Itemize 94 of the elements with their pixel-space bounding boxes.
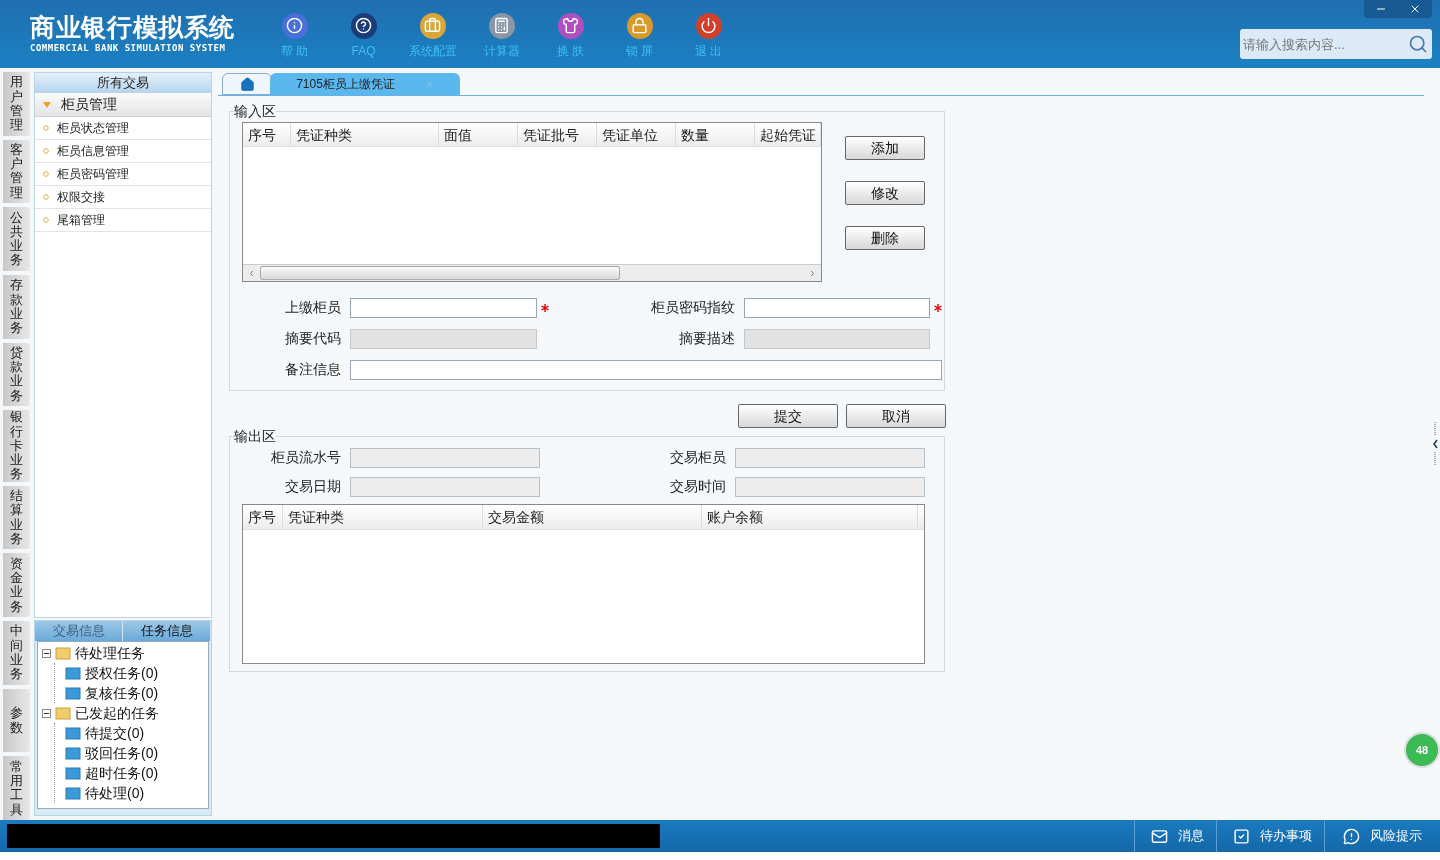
- bullet-icon: [43, 171, 49, 177]
- column-header[interactable]: 凭证种类: [283, 505, 483, 529]
- table-action-button[interactable]: 修改: [845, 181, 925, 205]
- field-label: 备注信息: [284, 360, 341, 379]
- field-label: 摘要代码: [284, 329, 341, 348]
- bullet-icon: [43, 125, 49, 131]
- status-button[interactable]: 待办事项: [1216, 820, 1324, 852]
- vertical-tab[interactable]: 存款业务: [3, 274, 30, 339]
- field-label: 交易时间: [669, 477, 726, 496]
- column-header[interactable]: 序号: [243, 505, 283, 529]
- scroll-right-icon[interactable]: [808, 268, 817, 278]
- vertical-tab[interactable]: 参数: [3, 688, 30, 753]
- calc-icon: [488, 12, 515, 39]
- caret-icon: [43, 101, 51, 108]
- column-header[interactable]: 序号: [243, 123, 291, 146]
- field-label: 交易柜员: [669, 448, 726, 467]
- menu-group[interactable]: 柜员管理: [35, 93, 211, 117]
- vertical-tab[interactable]: 贷款业务: [3, 342, 30, 407]
- vertical-tab[interactable]: 中间业务: [3, 621, 30, 685]
- tree-item[interactable]: 授权任务(0): [85, 662, 159, 684]
- risk-icon: [1343, 827, 1360, 845]
- status-button[interactable]: 风险提示: [1324, 820, 1440, 852]
- vertical-tab[interactable]: 银行卡业务: [3, 410, 30, 482]
- input-field[interactable]: [744, 297, 930, 318]
- input-field[interactable]: [350, 359, 942, 380]
- app-subtitle: COMMERCIAL BANK SIMULATION SYSTEM: [30, 42, 227, 56]
- vertical-tab[interactable]: 结算业务: [3, 485, 30, 550]
- field-label: 交易日期: [284, 477, 341, 496]
- search-field[interactable]: 请输入搜索内容...: [1240, 29, 1432, 59]
- folder-icon: [65, 746, 81, 760]
- folder-icon: [65, 686, 81, 700]
- form-action-button[interactable]: 提交: [738, 404, 838, 428]
- home-tab[interactable]: [222, 73, 272, 95]
- tree-item[interactable]: 待提交(0): [85, 722, 145, 744]
- column-header[interactable]: 凭证种类: [291, 123, 439, 146]
- todo-icon: [1233, 827, 1250, 845]
- menu-item[interactable]: 柜员状态管理: [35, 117, 211, 140]
- vertical-tab[interactable]: 客户管理: [3, 139, 30, 204]
- bullet-icon: [43, 148, 49, 154]
- collapse-handle-icon[interactable]: [1432, 422, 1438, 466]
- field-label: 上缴柜员: [284, 298, 341, 317]
- tree-item[interactable]: 驳回任务(0): [85, 742, 159, 764]
- exit-icon: [695, 12, 722, 39]
- field-label: 摘要描述: [678, 329, 735, 348]
- menu-item[interactable]: 柜员信息管理: [35, 140, 211, 163]
- vertical-tab[interactable]: 用户管理: [3, 72, 30, 136]
- bullet-icon: [43, 217, 49, 223]
- table-action-button[interactable]: 添加: [845, 136, 925, 160]
- tree-item[interactable]: 复核任务(0): [85, 682, 159, 704]
- message-icon: [1151, 827, 1168, 845]
- tree-item[interactable]: 待处理任务: [75, 642, 145, 664]
- section-legend: 输出区: [234, 426, 276, 447]
- bullet-icon: [43, 194, 49, 200]
- page-tab[interactable]: 7105柜员上缴凭证: [270, 73, 460, 95]
- tree-item[interactable]: 已发起的任务: [75, 702, 159, 724]
- field-label: 柜员密码指纹: [650, 298, 735, 317]
- vertical-tab[interactable]: 常用工具: [3, 756, 30, 821]
- search-icon[interactable]: [1408, 34, 1428, 54]
- form-action-button[interactable]: 取消: [846, 404, 946, 428]
- column-header[interactable]: 账户余额: [702, 505, 918, 529]
- input-field[interactable]: [350, 297, 537, 318]
- tree-item[interactable]: 超时任务(0): [85, 762, 159, 784]
- table-action-button[interactable]: 删除: [845, 226, 925, 250]
- horizontal-scrollbar[interactable]: [243, 264, 821, 281]
- faq-icon: [350, 12, 377, 39]
- scroll-left-icon[interactable]: [247, 268, 256, 278]
- close-icon: [1409, 3, 1421, 15]
- column-header[interactable]: 交易金额: [483, 505, 702, 529]
- field-label: 柜员流水号: [270, 448, 341, 467]
- menu-item[interactable]: 尾箱管理: [35, 209, 211, 232]
- vertical-tab[interactable]: 资金业务: [3, 553, 30, 618]
- menu-item[interactable]: 权限交接: [35, 186, 211, 209]
- column-header[interactable]: 数量: [676, 123, 755, 146]
- sidebar-header: 所有交易: [35, 73, 211, 93]
- menu-item[interactable]: 柜员密码管理: [35, 163, 211, 186]
- column-header[interactable]: 凭证单位: [597, 123, 676, 146]
- folder-icon: [65, 786, 81, 800]
- info-icon: [281, 12, 308, 39]
- tree-item[interactable]: 待处理(0): [85, 782, 145, 804]
- folder-icon: [65, 666, 81, 680]
- section-legend: 输入区: [234, 101, 276, 122]
- column-header[interactable]: 起始凭证: [755, 123, 821, 146]
- column-header[interactable]: 凭证批号: [518, 123, 597, 146]
- vertical-tab[interactable]: 公共业务: [3, 207, 30, 271]
- folder-icon: [65, 766, 81, 780]
- scrollbar-thumb[interactable]: [260, 266, 620, 280]
- column-header[interactable]: 面值: [439, 123, 518, 146]
- lock-icon: [626, 12, 653, 39]
- home-icon: [239, 76, 255, 92]
- collapse-icon[interactable]: [42, 648, 51, 658]
- collapse-icon[interactable]: [42, 708, 51, 718]
- status-button[interactable]: 消息: [1134, 820, 1216, 852]
- app-title: 商业银行模拟系统: [30, 12, 236, 43]
- folder-icon: [65, 726, 81, 740]
